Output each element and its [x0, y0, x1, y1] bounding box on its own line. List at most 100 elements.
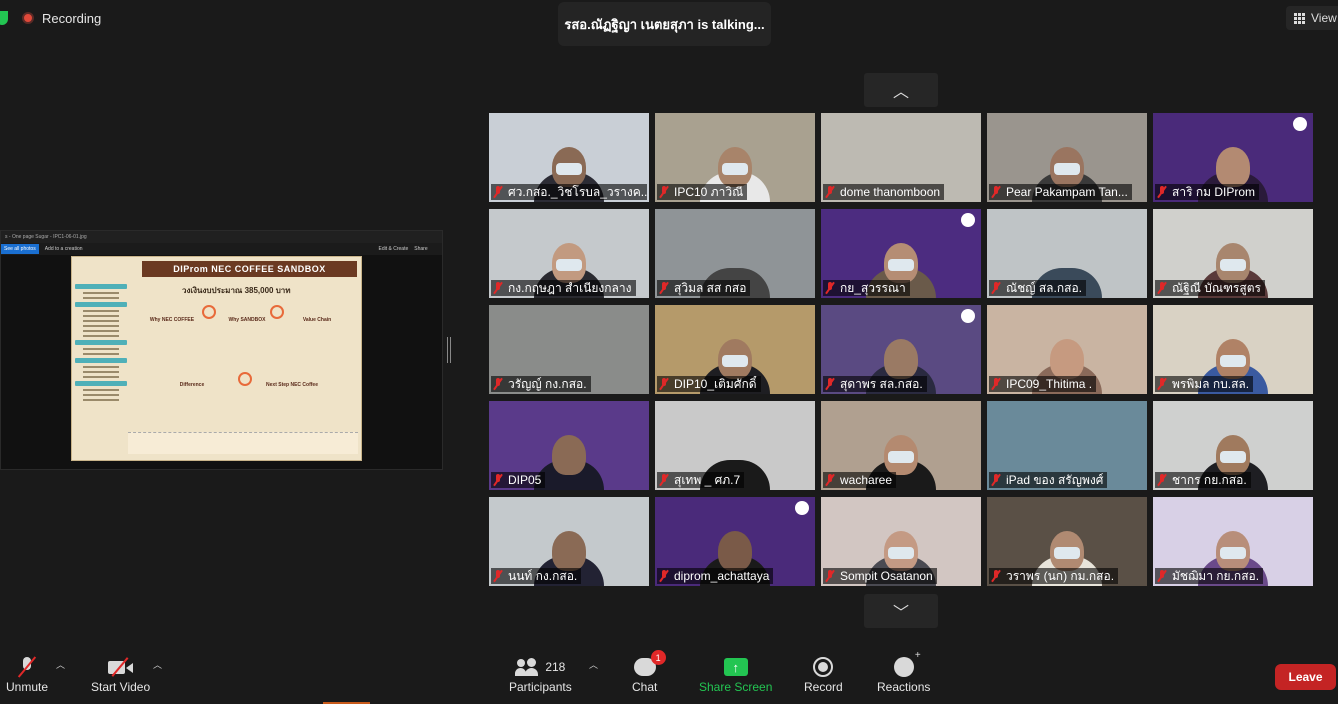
shared-screen[interactable]: s - One page Sugar - IPC1-06-01.jpg See … [0, 230, 443, 699]
participant-name: พรพิมล กบ.สล. [1172, 376, 1250, 391]
participant-video-tile[interactable]: กย_สุวรรณา [821, 209, 981, 298]
chevron-down-icon: ﹀ [892, 605, 909, 622]
participant-name: dome thanomboon [840, 185, 941, 199]
participant-face [718, 530, 752, 571]
participant-video-tile[interactable]: วราพร (นก) กม.กสอ. [987, 497, 1147, 586]
participant-name-label: ณัฐิณี บัณฑรสูตร [1155, 280, 1265, 296]
chat-button[interactable]: 1 Chat [632, 650, 666, 694]
face-mask [556, 258, 582, 271]
poster-budget: วงเงินงบประมาณ 385,000 บาท [182, 286, 291, 295]
gallery-prev-page-button[interactable]: ︿ [864, 73, 938, 107]
record-button[interactable]: Record [804, 654, 843, 694]
mic-muted-icon [825, 378, 835, 390]
participants-label: Participants [509, 680, 572, 694]
split-resize-handle[interactable] [447, 337, 451, 363]
video-options-caret-icon[interactable]: ︿ [153, 658, 162, 671]
participant-video-tile[interactable]: DIP10_เติมศักดิ์ [655, 305, 815, 394]
security-shield-icon[interactable] [0, 11, 8, 25]
participant-name: วราพร (นก) กม.กสอ. [1006, 568, 1115, 583]
poster-col-next-step: Next Step NEC Coffee [266, 382, 318, 388]
participant-name: DIP05 [508, 473, 542, 487]
participant-name: IPC09_Thitima . [1006, 377, 1093, 391]
face-mask [888, 450, 914, 463]
recording-indicator[interactable]: Recording [0, 8, 101, 28]
participant-video-tile[interactable]: สุดาพร สล.กสอ. [821, 305, 981, 394]
unmute-button[interactable]: Unmute [6, 654, 48, 694]
participant-name: ศว.กสอ._วิชโรบล_วรางค... [508, 184, 647, 199]
participant-name: diprom_achattaya [674, 569, 770, 583]
poster-title: DIProm NEC COFFEE SANDBOX [142, 261, 357, 277]
share-screen-button[interactable]: ↑ Share Screen [699, 654, 772, 694]
reactions-button[interactable]: Reactions [877, 650, 931, 694]
poster-circle-icon [238, 372, 252, 386]
participant-name: มัชฌิมา กย.กสอ. [1172, 568, 1260, 583]
leave-button[interactable]: Leave [1275, 664, 1336, 690]
view-button[interactable]: View [1286, 6, 1338, 30]
participant-name-label: สุเทพ _ ศภ.7 [657, 472, 745, 488]
participant-video-tile[interactable]: มัชฌิมา กย.กสอ. [1153, 497, 1313, 586]
mic-muted-icon [659, 282, 669, 294]
participant-name-label: IPC10 ภาวิณี [657, 184, 748, 200]
poster-col-value-chain: Value Chain [302, 317, 332, 323]
participant-face [1216, 146, 1250, 187]
active-speaker-banner: รสอ.ณัฏฐิญา เนตยสุภา is talking... [558, 2, 771, 46]
zoom-meeting-window: Recording รสอ.ณัฏฐิญา เนตยสุภา is talkin… [0, 0, 1338, 704]
poster-circle-icon [270, 305, 284, 319]
mic-muted-icon [493, 378, 503, 390]
participant-video-tile[interactable]: diprom_achattaya [655, 497, 815, 586]
gallery-next-page-button[interactable]: ﹀ [864, 594, 938, 628]
face-mask [1220, 354, 1246, 367]
participant-name: สุดาพร สล.กสอ. [840, 376, 923, 391]
participants-options-caret-icon[interactable]: ︿ [589, 658, 598, 671]
chevron-up-icon: ︿ [892, 84, 909, 101]
video-off-icon [107, 659, 134, 675]
participant-name-label: กย_สุวรรณา [823, 280, 910, 296]
mic-muted-icon [825, 282, 835, 294]
participant-video-tile[interactable]: พรพิมล กบ.สล. [1153, 305, 1313, 394]
mic-muted-icon [991, 570, 1001, 582]
mic-muted-icon [493, 570, 503, 582]
participant-video-tile[interactable]: DIP05 [489, 401, 649, 490]
participant-name: กย_สุวรรณา [840, 280, 906, 295]
participant-name-label: สุดาพร สล.กสอ. [823, 376, 927, 392]
participant-video-tile[interactable]: IPC09_Thitima . [987, 305, 1147, 394]
participant-video-tile[interactable]: Sompit Osatanon [821, 497, 981, 586]
participant-video-tile[interactable]: สาริ กม DIProm [1153, 113, 1313, 202]
reactions-label: Reactions [877, 680, 931, 694]
participant-name-label: ศว.กสอ._วิชโรบล_วรางค... [491, 184, 647, 200]
start-video-button[interactable]: Start Video [91, 654, 150, 694]
participant-name-label: DIP10_เติมศักดิ์ [657, 376, 761, 392]
poster-col-why-sandbox: Why SANDBOX [228, 317, 266, 323]
participant-name-label: DIP05 [491, 472, 546, 488]
participant-face [552, 530, 586, 571]
participants-button[interactable]: 218 Participants [509, 654, 572, 694]
participant-video-tile[interactable]: IPC10 ภาวิณี [655, 113, 815, 202]
face-mask [1220, 450, 1246, 463]
participant-video-tile[interactable]: สุเทพ _ ศภ.7 [655, 401, 815, 490]
mic-muted-icon [1157, 282, 1167, 294]
participant-video-tile[interactable]: ศว.กสอ._วิชโรบล_วรางค... [489, 113, 649, 202]
participant-name-label: วราพร (นก) กม.กสอ. [989, 568, 1119, 584]
participant-name: IPC10 ภาวิณี [674, 184, 744, 199]
participant-face [552, 434, 586, 475]
mic-muted-icon [825, 570, 835, 582]
participant-video-tile[interactable]: กง.กฤษฎา สำเนียงกลาง [489, 209, 649, 298]
participant-face [884, 338, 918, 379]
participant-video-tile[interactable]: dome thanomboon [821, 113, 981, 202]
participant-video-tile[interactable]: wacharee [821, 401, 981, 490]
participant-video-tile[interactable]: นนท์ กง.กสอ. [489, 497, 649, 586]
participant-video-tile[interactable]: ณัฐิณี บัณฑรสูตร [1153, 209, 1313, 298]
face-mask [888, 546, 914, 559]
participant-name: ณัฐิณี บัณฑรสูตร [1172, 280, 1261, 295]
participant-video-tile[interactable]: iPad ของ สรัญพงศ์ [987, 401, 1147, 490]
face-mask [722, 162, 748, 175]
talking-text: รสอ.ณัฏฐิญา เนตยสุภา is talking... [564, 16, 765, 32]
participant-video-tile[interactable]: วรัญญ์ กง.กสอ. [489, 305, 649, 394]
participant-video-tile[interactable]: Pear Pakampam Tan... [987, 113, 1147, 202]
mic-muted-icon [1157, 186, 1167, 198]
participant-video-tile[interactable]: สุวิมล สส กสอ [655, 209, 815, 298]
audio-options-caret-icon[interactable]: ︿ [56, 658, 65, 671]
participant-video-tile[interactable]: ชากร กย.กสอ. [1153, 401, 1313, 490]
mic-muted-icon [825, 186, 835, 198]
participant-video-tile[interactable]: ณัชญ์ สล.กสอ. [987, 209, 1147, 298]
